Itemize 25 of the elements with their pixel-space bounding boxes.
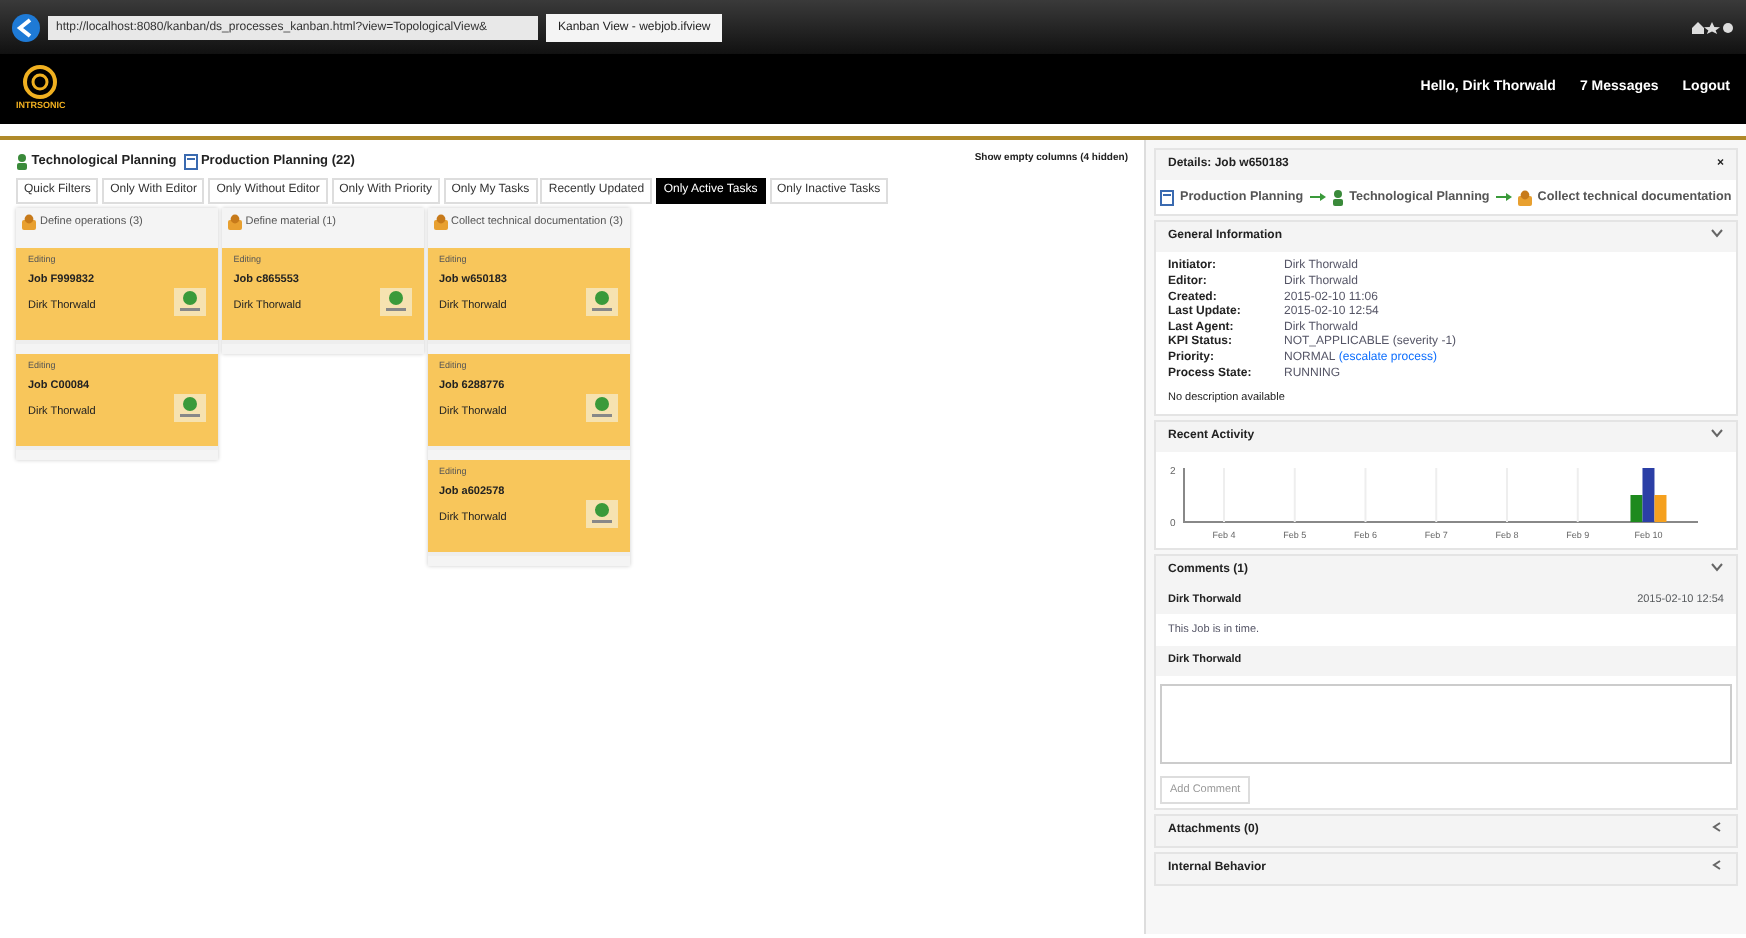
- document-icon: [183, 153, 198, 170]
- chevron-left-icon[interactable]: [1710, 859, 1724, 870]
- arrow-icon: [1495, 192, 1512, 203]
- priority-icon: [379, 287, 412, 316]
- arrow-icon: [1309, 192, 1326, 203]
- task-icon: [22, 213, 36, 230]
- document-icon: [1160, 189, 1174, 206]
- comment-field[interactable]: [1160, 683, 1732, 764]
- priority-icon: [174, 393, 206, 422]
- chevron-left-icon[interactable]: [1710, 821, 1724, 832]
- chevron-down-icon[interactable]: [1710, 561, 1724, 572]
- toolbar-icon: [1690, 20, 1734, 34]
- priority-icon: [585, 499, 617, 528]
- person-icon: [1331, 189, 1344, 206]
- priority-icon: [585, 287, 617, 316]
- logo-icon: [22, 64, 59, 101]
- task-icon: [1517, 189, 1532, 206]
- task-icon: [227, 213, 242, 230]
- task-icon: [433, 213, 447, 230]
- chevron-down-icon[interactable]: [1710, 427, 1724, 438]
- back-icon[interactable]: [12, 13, 40, 41]
- chevron-down-icon[interactable]: [1710, 228, 1724, 239]
- priority-icon: [585, 393, 617, 422]
- priority-icon: [174, 287, 206, 316]
- person-icon: [16, 153, 28, 170]
